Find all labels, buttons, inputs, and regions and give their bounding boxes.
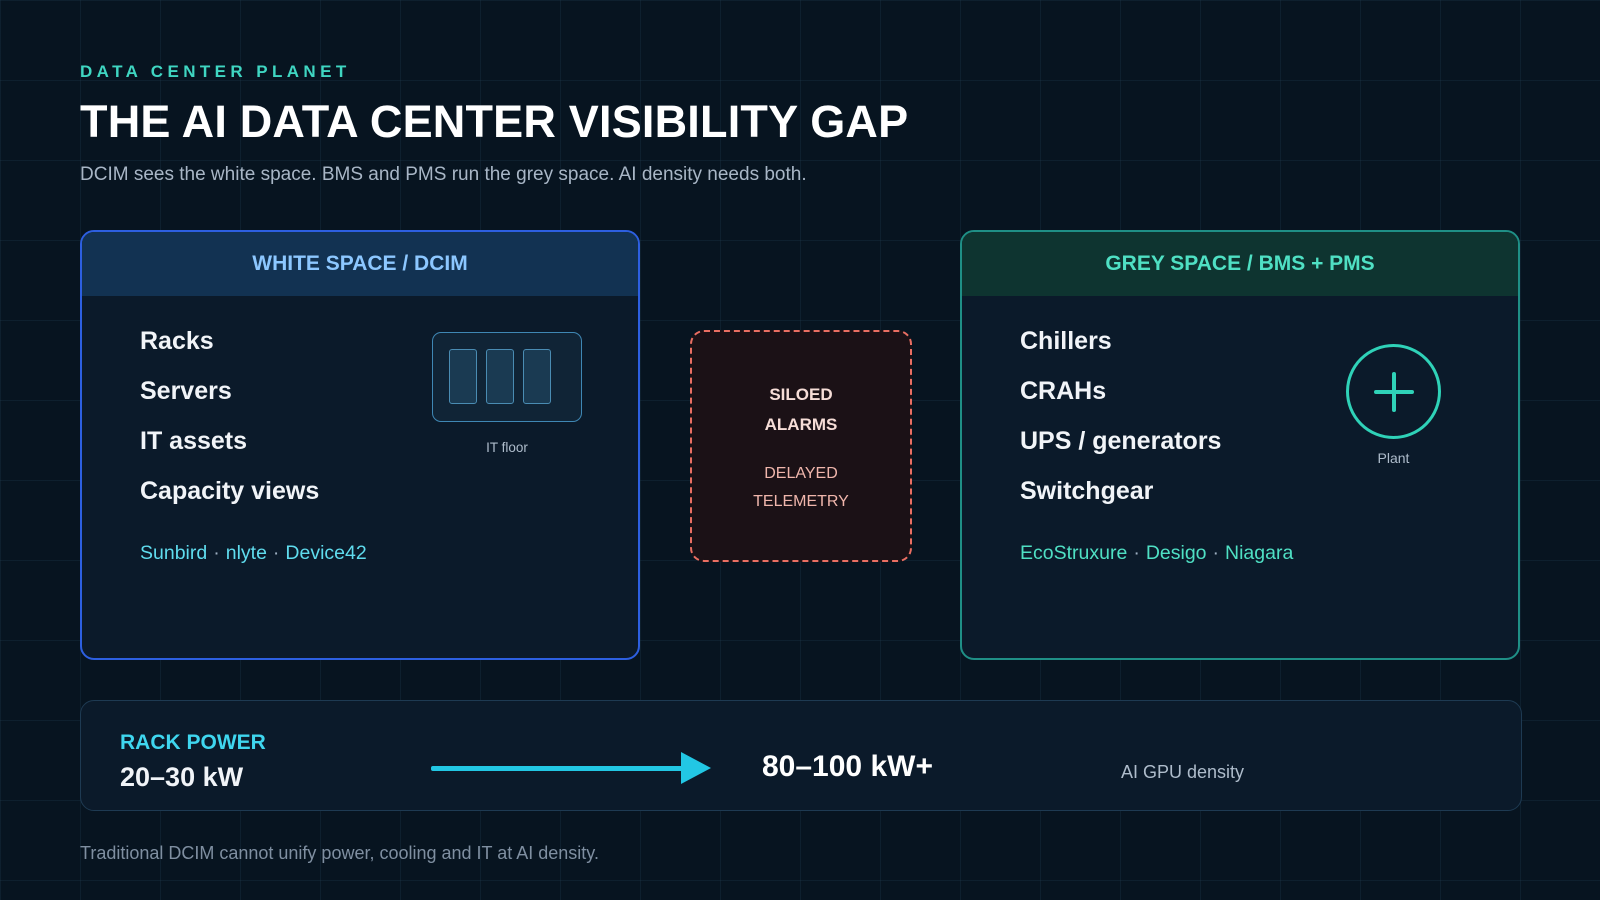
white-space-heading: WHITE SPACE / DCIM — [82, 232, 638, 296]
white-space-item: IT assets — [140, 427, 248, 455]
gap-text: SILOED — [769, 385, 833, 404]
arrow-right-icon — [431, 766, 689, 771]
grey-space-list: Chillers CRAHs UPS / generators Switchge… — [1020, 316, 1221, 516]
rack-power-to: 80–100 kW+ — [762, 750, 933, 783]
separator-dot: · — [1212, 542, 1220, 564]
rack-slot — [523, 349, 551, 404]
separator-dot: · — [272, 542, 280, 564]
rack-power-label: RACK POWER — [120, 731, 266, 754]
brand-label: DATA CENTER PLANET — [80, 62, 351, 81]
white-space-item: Capacity views — [140, 477, 320, 505]
grey-space-vendors: EcoStruxure · Desigo · Niagara — [1020, 542, 1293, 565]
grey-space-item: UPS / generators — [1020, 427, 1222, 455]
grey-space-panel: GREY SPACE / BMS + PMS Chillers CRAHs UP… — [960, 230, 1520, 660]
vendor-name: Niagara — [1225, 542, 1294, 564]
white-space-item: Servers — [140, 377, 232, 405]
plant-plus-icon — [1346, 344, 1441, 439]
page-title: THE AI DATA CENTER VISIBILITY GAP — [80, 96, 909, 147]
rack-slot — [486, 349, 514, 404]
vendor-name: Device42 — [285, 542, 367, 564]
rack-power-note: AI GPU density — [1121, 762, 1245, 782]
vendor-name: Sunbird — [140, 542, 208, 564]
grey-space-item: Switchgear — [1020, 477, 1154, 505]
white-space-panel: WHITE SPACE / DCIM Racks Servers IT asse… — [80, 230, 640, 660]
grey-space-heading: GREY SPACE / BMS + PMS — [962, 232, 1518, 296]
separator-dot: · — [213, 542, 220, 564]
siloed-gap-box: SILOED ALARMS DELAYED TELEMETRY — [690, 330, 912, 562]
gap-text: DELAYED — [764, 465, 838, 482]
vendor-name: Desigo — [1145, 542, 1207, 564]
white-space-vendors: Sunbird · nlyte · Device42 — [140, 542, 367, 565]
white-space-item: Racks — [140, 327, 214, 355]
arrow-head-icon — [681, 752, 711, 784]
grey-space-item: Chillers — [1020, 327, 1112, 355]
gap-text: ALARMS — [764, 415, 838, 434]
rack-slot — [449, 349, 477, 404]
vendor-name: nlyte — [225, 542, 267, 564]
footer-note: Traditional DCIM cannot unify power, coo… — [80, 843, 599, 863]
plant-caption: Plant — [1377, 450, 1410, 466]
gap-text: TELEMETRY — [753, 493, 849, 510]
page-subtitle: DCIM sees the white space. BMS and PMS r… — [80, 164, 807, 185]
white-space-list: Racks Servers IT assets Capacity views — [140, 316, 319, 516]
grey-space-item: CRAHs — [1020, 377, 1107, 405]
vendor-name: EcoStruxure — [1020, 542, 1128, 564]
server-rack-icon — [432, 332, 582, 422]
rack-power-from: 20–30 kW — [120, 762, 244, 792]
it-floor-caption: IT floor — [486, 440, 528, 455]
separator-dot: · — [1133, 542, 1140, 564]
